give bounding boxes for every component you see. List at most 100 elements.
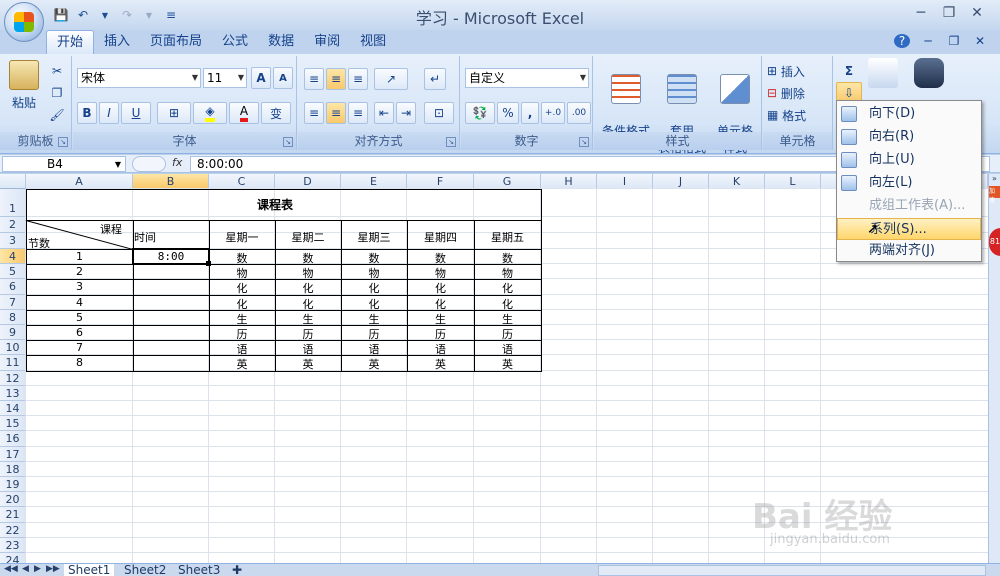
day-header[interactable]: 星期三 — [341, 229, 407, 245]
lesson-number[interactable]: 2 — [26, 265, 133, 278]
row-header[interactable]: 3 — [0, 233, 26, 249]
prev-sheet-icon[interactable]: ◀ — [22, 564, 29, 574]
subject-cell[interactable]: 语 — [407, 341, 474, 357]
row-header[interactable]: 12 — [0, 370, 26, 386]
subject-cell[interactable]: 历 — [341, 326, 407, 342]
menu-item-across-worksheets[interactable]: 成组工作表(A)... — [837, 195, 981, 217]
tab-formulas[interactable]: 公式 — [212, 30, 258, 54]
subject-cell[interactable]: 化 — [474, 280, 541, 296]
alignment-launcher-icon[interactable]: ↘ — [446, 137, 456, 147]
autosum-button[interactable]: Σ — [836, 60, 862, 82]
menu-item-fill-right[interactable]: 向右(R) — [837, 126, 981, 148]
row-header[interactable]: 7 — [0, 294, 26, 310]
increase-indent-icon[interactable]: ⇥ — [396, 102, 416, 124]
grow-font-button[interactable]: A — [251, 67, 271, 89]
minimize-button[interactable]: ─ — [912, 4, 930, 22]
cut-icon[interactable]: ✂ — [46, 60, 68, 82]
underline-button[interactable]: U — [121, 102, 151, 124]
time-header[interactable]: 时间 — [134, 229, 174, 245]
row-header[interactable]: 2 — [0, 217, 26, 233]
subject-cell[interactable]: 化 — [341, 280, 407, 296]
row-header[interactable]: 10 — [0, 340, 26, 356]
subject-cell[interactable]: 物 — [341, 265, 407, 281]
row-header[interactable]: 20 — [0, 492, 26, 508]
help-icon[interactable]: ? — [894, 34, 910, 48]
align-top-icon[interactable]: ≡ — [304, 68, 324, 90]
orientation-icon[interactable]: ↗ — [374, 68, 408, 90]
counter-badge[interactable]: 81 — [989, 228, 1000, 256]
subject-cell[interactable]: 物 — [209, 265, 275, 281]
tab-home[interactable]: 开始 — [46, 30, 95, 54]
row-header[interactable]: 8 — [0, 309, 26, 325]
select-all-corner[interactable] — [0, 174, 26, 189]
row-header[interactable]: 18 — [0, 461, 26, 477]
row-header[interactable]: 13 — [0, 385, 26, 401]
subject-cell[interactable]: 语 — [474, 341, 541, 357]
tab-view[interactable]: 视图 — [350, 30, 396, 54]
row-header[interactable]: 19 — [0, 477, 26, 493]
row-header[interactable]: 6 — [0, 279, 26, 295]
subject-cell[interactable]: 生 — [474, 311, 541, 327]
subject-cell[interactable]: 数 — [209, 250, 275, 266]
row-header[interactable]: 17 — [0, 446, 26, 462]
subject-cell[interactable]: 数 — [407, 250, 474, 266]
row-header[interactable]: 5 — [0, 264, 26, 280]
shrink-font-button[interactable]: A — [273, 67, 293, 89]
lesson-number[interactable]: 7 — [26, 341, 133, 354]
day-header[interactable]: 星期四 — [407, 229, 474, 245]
subject-cell[interactable]: 化 — [407, 296, 474, 312]
row-header[interactable]: 16 — [0, 431, 26, 447]
column-header[interactable]: G — [474, 174, 541, 189]
clipboard-launcher-icon[interactable]: ↘ — [58, 137, 68, 147]
bold-button[interactable]: B — [77, 102, 97, 124]
borders-button[interactable]: ⊞ — [157, 102, 191, 124]
increase-decimal-button[interactable]: +.0 — [541, 102, 565, 124]
tab-insert[interactable]: 插入 — [94, 30, 140, 54]
tab-data[interactable]: 数据 — [258, 30, 304, 54]
subject-cell[interactable]: 英 — [209, 356, 275, 372]
formula-expand-icon[interactable] — [132, 156, 166, 172]
conditional-format-button[interactable]: 条件格式 — [598, 60, 654, 139]
menu-item-fill-left[interactable]: 向左(L) — [837, 172, 981, 194]
fill-color-button[interactable]: ◈ — [193, 102, 227, 124]
align-left-icon[interactable]: ≡ — [304, 102, 324, 124]
decrease-decimal-button[interactable]: .00 — [567, 102, 591, 124]
close-button[interactable]: ✕ — [968, 4, 986, 22]
column-header[interactable]: L — [765, 174, 821, 189]
paste-button[interactable]: 粘贴 — [6, 60, 42, 111]
ribbon-close-button[interactable]: ✕ — [972, 34, 988, 48]
align-center-icon[interactable]: ≡ — [326, 102, 346, 124]
delete-cells-button[interactable]: ⊟ 删除 — [767, 82, 829, 104]
number-format-select[interactable]: 自定义 ▼ — [465, 68, 589, 88]
menu-item-fill-down[interactable]: 向下(D) — [837, 103, 981, 125]
ribbon-restore-button[interactable]: ❐ — [946, 34, 962, 48]
wrap-text-icon[interactable]: ↵ — [424, 68, 446, 90]
copy-icon[interactable]: ❐ — [46, 82, 68, 104]
find-select-button[interactable] — [912, 58, 946, 92]
column-header[interactable]: F — [407, 174, 474, 189]
column-header[interactable]: A — [26, 174, 133, 189]
phonetic-button[interactable]: 变 — [261, 102, 291, 124]
subject-cell[interactable]: 数 — [275, 250, 341, 266]
column-header[interactable]: D — [275, 174, 341, 189]
font-name-select[interactable]: 宋体 ▼ — [77, 68, 201, 88]
subject-cell[interactable]: 化 — [275, 296, 341, 312]
day-header[interactable]: 星期五 — [474, 229, 541, 245]
number-launcher-icon[interactable]: ↘ — [579, 137, 589, 147]
tab-review[interactable]: 审阅 — [304, 30, 350, 54]
row-header[interactable]: 21 — [0, 507, 26, 523]
row-header[interactable]: 9 — [0, 325, 26, 341]
column-header[interactable]: H — [541, 174, 597, 189]
subject-cell[interactable]: 生 — [275, 311, 341, 327]
subject-cell[interactable]: 语 — [209, 341, 275, 357]
menu-item-fill-up[interactable]: 向上(U) — [837, 149, 981, 171]
next-sheet-icon[interactable]: ▶ — [34, 564, 41, 574]
sort-filter-button[interactable] — [866, 58, 900, 92]
align-bottom-icon[interactable]: ≡ — [348, 68, 368, 90]
merge-center-icon[interactable]: ⊡ — [424, 102, 454, 124]
selected-cell-b4[interactable] — [132, 248, 210, 265]
diagonal-header-top[interactable]: 课程 — [96, 221, 126, 237]
subject-cell[interactable]: 英 — [275, 356, 341, 372]
accelerate-badge[interactable]: 加速 — [989, 186, 1000, 204]
column-header[interactable]: E — [341, 174, 407, 189]
